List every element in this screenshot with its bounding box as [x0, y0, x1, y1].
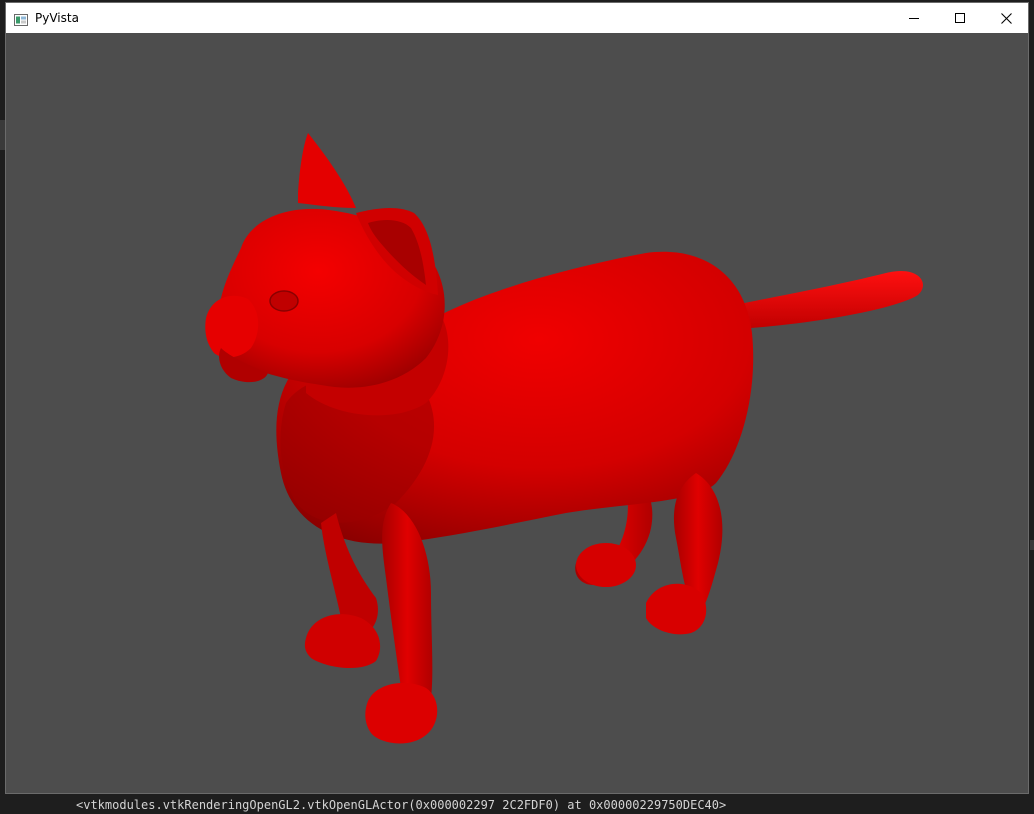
background-window-edge [1030, 540, 1034, 550]
cat-eye [269, 290, 299, 312]
console-output-line: <vtkmodules.vtkRenderingOpenGL2.vtkOpenG… [76, 798, 727, 812]
title-bar[interactable]: PyVista [6, 3, 1028, 33]
cat-muzzle [205, 295, 259, 358]
maximize-button[interactable] [937, 3, 983, 33]
cat-mesh-model [205, 133, 923, 744]
cat-back-paw-near [646, 583, 707, 635]
close-icon [1000, 12, 1012, 24]
cat-front-paw-near [365, 682, 438, 744]
window-title: PyVista [35, 11, 79, 25]
cat-tail [721, 271, 923, 329]
maximize-icon [955, 13, 965, 23]
close-button[interactable] [983, 3, 1028, 33]
minimize-icon [909, 18, 919, 19]
desktop: <vtkmodules.vtkRenderingOpenGL2.vtkOpenG… [0, 0, 1034, 812]
minimize-button[interactable] [891, 3, 937, 33]
app-window-icon [14, 11, 28, 26]
pyvista-window[interactable]: PyVista [5, 2, 1029, 794]
cat-back-paw-far [576, 543, 636, 587]
cat-ear-far [298, 133, 356, 208]
render-viewport[interactable] [6, 33, 1028, 793]
